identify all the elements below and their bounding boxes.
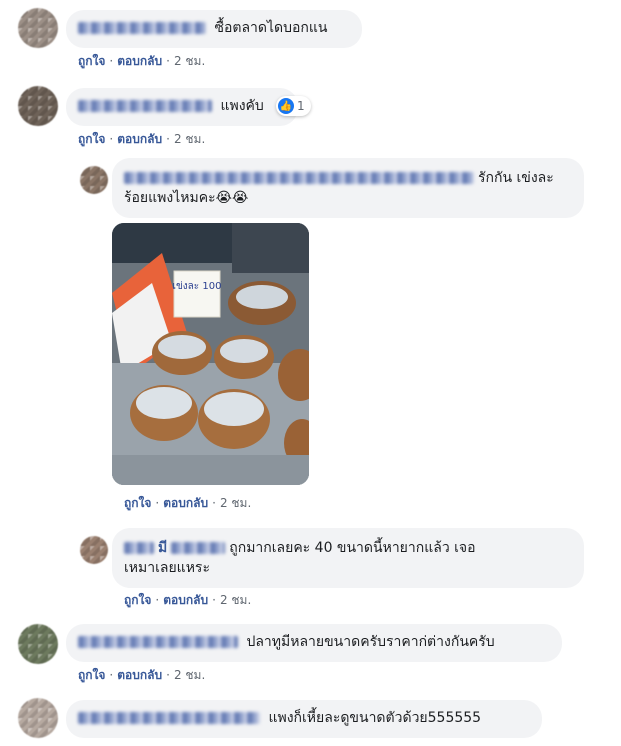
like-link[interactable]: ถูกใจ (124, 496, 151, 510)
comment-text-line2: เหมาเลยแหระ (124, 560, 210, 576)
avatar[interactable] (80, 536, 108, 564)
like-icon: 👍 (278, 98, 294, 114)
comment-bubble: ปลาทูมีหลายขนาดครับราคาก่ต่างกันครับ (66, 624, 562, 662)
commenter-name[interactable] (78, 100, 212, 112)
commenter-name[interactable] (124, 172, 474, 184)
comment-bubble: ซื้อตลาดไดบอกแน (66, 10, 362, 48)
comment-text: แพงคับ (220, 98, 264, 114)
avatar[interactable] (18, 698, 58, 738)
reply-link[interactable]: ตอบกลับ (163, 593, 208, 607)
reply-link[interactable]: ตอบกลับ (117, 668, 162, 682)
avatar[interactable] (18, 86, 58, 126)
comment-bubble: แพงคับ (66, 88, 298, 126)
comment-text: แพงก็เหี้ยละดูขนาดตัวด้วย555555 (268, 710, 482, 726)
comment-text: รักกัน เข่งละ (478, 170, 554, 186)
comment-photo[interactable]: เข่งละ 100 (112, 223, 309, 485)
timestamp[interactable]: 2 ชม. (174, 668, 205, 682)
commenter-name[interactable]: มี (158, 540, 167, 556)
comment-actions: ถูกใจ · ตอบกลับ · 2 ชม. (124, 593, 252, 607)
commenter-name-blurred[interactable] (171, 542, 226, 554)
like-link[interactable]: ถูกใจ (124, 593, 151, 607)
timestamp[interactable]: 2 ชม. (220, 593, 251, 607)
comment-text-line2: ร้อยแพงไหมคะ (124, 190, 216, 206)
reaction-count[interactable]: 👍 1 (276, 96, 311, 116)
comment-actions: ถูกใจ · ตอบกลับ · 2 ชม. (78, 668, 206, 682)
fish-baskets-image: เข่งละ 100 (112, 223, 309, 485)
comment-text: ซื้อตลาดไดบอกแน (214, 20, 328, 36)
timestamp[interactable]: 2 ชม. (220, 496, 251, 510)
like-link[interactable]: ถูกใจ (78, 54, 105, 68)
avatar[interactable] (18, 624, 58, 664)
like-link[interactable]: ถูกใจ (78, 132, 105, 146)
comment-actions: ถูกใจ · ตอบกลับ · 2 ชม. (78, 132, 206, 146)
comment-bubble: แพงก็เหี้ยละดูขนาดตัวด้วย555555 (66, 700, 542, 738)
reply-link[interactable]: ตอบกลับ (163, 496, 208, 510)
commenter-name-blurred[interactable] (124, 542, 154, 554)
comment-actions: ถูกใจ · ตอบกลับ · 2 ชม. (78, 54, 206, 68)
timestamp[interactable]: 2 ชม. (174, 132, 205, 146)
timestamp[interactable]: 2 ชม. (174, 54, 205, 68)
comment-actions: ถูกใจ · ตอบกลับ · 2 ชม. (124, 496, 252, 510)
comment-bubble: มี ถูกมากเลยคะ 40 ขนาดนี้หายากแล้ว เจอ เห… (112, 528, 584, 588)
avatar[interactable] (80, 166, 108, 194)
comment-text: ปลาทูมีหลายขนาดครับราคาก่ต่างกันครับ (246, 634, 495, 650)
avatar[interactable] (18, 8, 58, 48)
comment-text: ถูกมากเลยคะ 40 ขนาดนี้หายากแล้ว เจอ (229, 540, 476, 556)
commenter-name[interactable] (78, 22, 206, 34)
commenter-name[interactable] (78, 636, 238, 648)
like-link[interactable]: ถูกใจ (78, 668, 105, 682)
crying-emoji: 😭😭 (215, 190, 249, 206)
reply-link[interactable]: ตอบกลับ (117, 132, 162, 146)
reply-link[interactable]: ตอบกลับ (117, 54, 162, 68)
comment-bubble: รักกัน เข่งละ ร้อยแพงไหมคะ😭😭 (112, 158, 584, 218)
commenter-name[interactable] (78, 712, 260, 724)
price-sign-text: เข่งละ 100 (173, 281, 222, 292)
